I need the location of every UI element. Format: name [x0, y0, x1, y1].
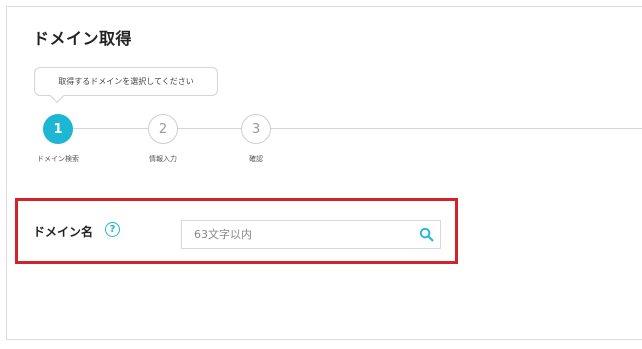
step-2-label: 情報入力	[149, 155, 177, 163]
search-icon[interactable]	[419, 227, 434, 242]
step-1-label: ドメイン検索	[37, 155, 79, 163]
domain-search-field	[181, 220, 441, 249]
content-panel	[6, 6, 642, 340]
progress-connector-2	[178, 128, 241, 129]
tooltip-text: 取得するドメインを選択してください	[58, 77, 194, 86]
domain-search-input[interactable]	[182, 221, 407, 248]
progress-connector-3	[271, 128, 642, 129]
domain-name-label: ドメイン名	[33, 225, 94, 239]
step-1-number: 1	[53, 121, 63, 137]
step-2-number: 2	[158, 121, 168, 137]
step-tooltip: 取得するドメインを選択してください	[34, 67, 218, 96]
step-3-number: 3	[251, 121, 261, 137]
step-2-indicator: 2	[148, 114, 178, 144]
help-question-icon[interactable]: ?	[105, 222, 120, 237]
progress-connector-1	[73, 128, 148, 129]
page-title: ドメイン取得	[33, 29, 133, 48]
help-icon-symbol: ?	[109, 224, 116, 235]
step-1-indicator: 1	[43, 114, 73, 144]
step-3-indicator: 3	[241, 114, 271, 144]
step-3-label: 確認	[249, 155, 263, 163]
